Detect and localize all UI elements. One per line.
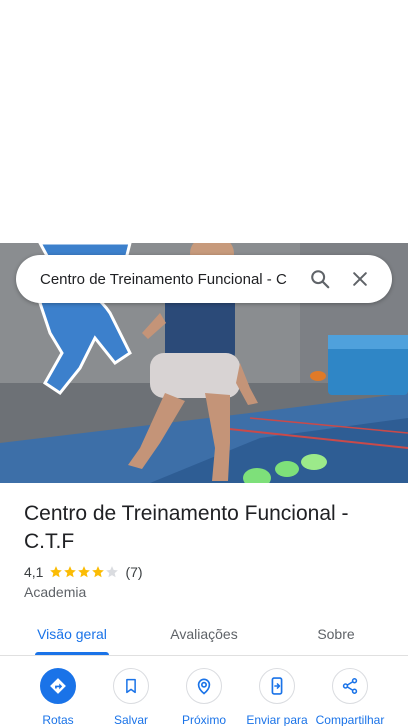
send-to-phone-label: Enviar para (246, 713, 308, 726)
search-icon (311, 270, 330, 289)
tab-overview[interactable]: Visão geral (24, 612, 120, 656)
send-to-phone-button-circle[interactable] (259, 668, 295, 704)
save-button-circle[interactable] (113, 668, 149, 704)
nearby-label: Próximo (181, 713, 226, 726)
nearby-button-circle[interactable] (186, 668, 222, 704)
map-blank-area (0, 0, 408, 243)
action-buttons: Rotas Salvar Próximo Enviar para Compart… (0, 668, 408, 726)
directions-icon (50, 678, 66, 694)
star-icon (78, 566, 91, 578)
star-empty-icon (106, 566, 119, 578)
rating-stars (49, 565, 119, 579)
tab-reviews-label: Avaliações (170, 626, 238, 642)
star-icon (50, 566, 63, 578)
search-bar[interactable]: Centro de Treinamento Funcional - C (16, 255, 392, 303)
bookmark-icon (126, 678, 136, 694)
place-category: Academia (24, 584, 87, 600)
search-button[interactable] (300, 259, 340, 299)
save-label: Salvar (113, 713, 148, 726)
place-title: Centro de Treinamento Funcional - C.T.F (24, 502, 349, 553)
tab-bar: Visão geral Avaliações Sobre (0, 612, 408, 656)
share-button-circle[interactable] (332, 668, 368, 704)
active-tab-indicator (35, 652, 109, 655)
directions-label: Rotas (42, 713, 74, 726)
tab-reviews[interactable]: Avaliações (156, 612, 252, 656)
rating-value: 4,1 (24, 564, 44, 580)
directions-button-circle[interactable] (40, 668, 76, 704)
search-input[interactable]: Centro de Treinamento Funcional - C (40, 271, 300, 288)
share-label: Compartilhar (315, 713, 385, 726)
rating-row[interactable]: 4,1 (7) (24, 563, 143, 581)
directions-button[interactable]: Rotas (18, 668, 98, 726)
star-icon (92, 566, 105, 578)
save-button[interactable]: Salvar (91, 668, 171, 726)
send-to-phone-button[interactable]: Enviar para (237, 668, 317, 726)
star-icon (64, 566, 77, 578)
send-to-phone-icon (271, 677, 283, 695)
close-icon (353, 272, 367, 286)
share-button[interactable]: Compartilhar (310, 668, 390, 726)
nearby-button[interactable]: Próximo (164, 668, 244, 726)
share-icon (342, 678, 358, 694)
tab-about-label: Sobre (317, 626, 355, 642)
nearby-icon (197, 678, 211, 695)
tab-overview-label: Visão geral (37, 626, 107, 642)
review-count: (7) (125, 564, 143, 580)
close-button[interactable] (340, 259, 380, 299)
tab-about[interactable]: Sobre (296, 612, 376, 656)
